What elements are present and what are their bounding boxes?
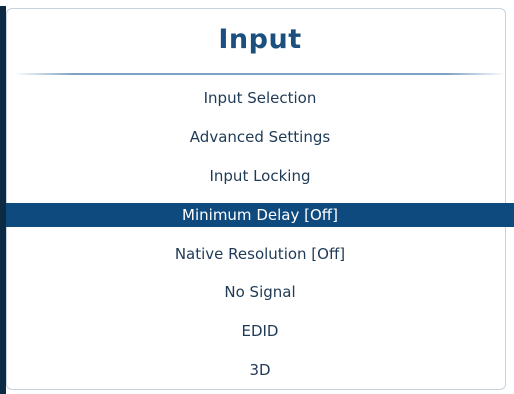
menu-item-native-resolution[interactable]: Native Resolution [Off] [6, 242, 514, 266]
menu-list: Input Selection Advanced Settings Input … [6, 86, 514, 394]
menu-item-minimum-delay[interactable]: Minimum Delay [Off] [6, 202, 514, 227]
menu-item-advanced-settings[interactable]: Advanced Settings [6, 125, 514, 149]
menu-item-input-locking[interactable]: Input Locking [6, 164, 514, 188]
title-divider [14, 73, 506, 75]
menu-title: Input [218, 24, 302, 55]
menu-item-input-selection[interactable]: Input Selection [6, 86, 514, 110]
menu-item-3d[interactable]: 3D [6, 358, 514, 382]
menu-item-edid[interactable]: EDID [6, 319, 514, 343]
osd-menu-window: Input Input Selection Advanced Settings … [0, 0, 514, 394]
menu-item-no-signal[interactable]: No Signal [6, 280, 514, 304]
